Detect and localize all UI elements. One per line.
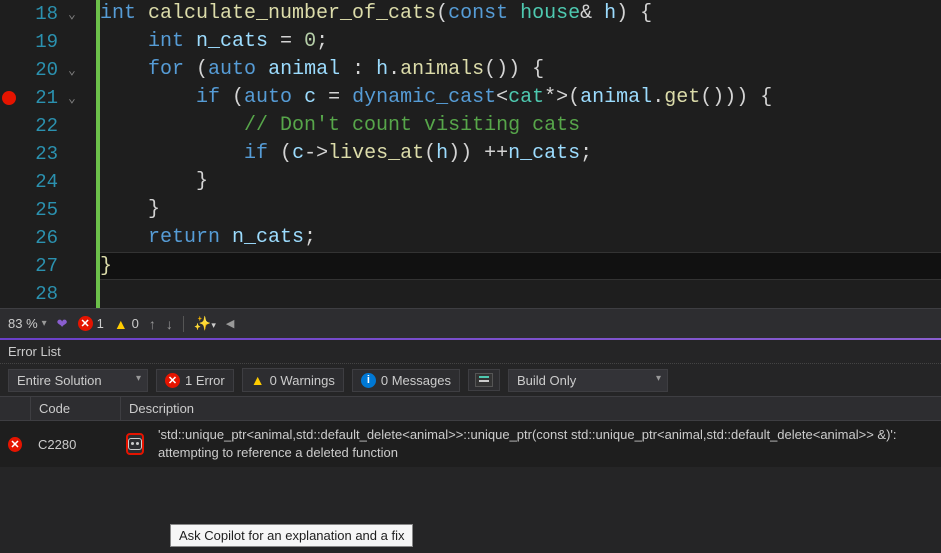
code-line[interactable]: } bbox=[100, 196, 941, 224]
code-line[interactable] bbox=[100, 280, 941, 308]
info-icon: i bbox=[361, 373, 376, 388]
code-editor[interactable]: 1819202122232425262728 ⌄⌄⌄ int calculate… bbox=[0, 0, 941, 308]
chevron-down-icon: ▾ bbox=[42, 318, 47, 329]
fold-spacer bbox=[68, 224, 96, 252]
fold-column: ⌄⌄⌄ bbox=[68, 0, 96, 308]
error-icon: ✕ bbox=[165, 373, 180, 388]
error-icon: ✕ bbox=[8, 437, 22, 452]
line-number: 25 bbox=[18, 196, 58, 224]
error-table-header: Code Description bbox=[0, 397, 941, 421]
error-list-panel: Error List Entire Solution ✕ 1 Error ▲ 0… bbox=[0, 340, 941, 553]
line-number-gutter: 1819202122232425262728 bbox=[18, 0, 68, 308]
breakpoint-icon[interactable] bbox=[2, 91, 16, 105]
code-line[interactable]: return n_cats; bbox=[100, 224, 941, 252]
line-number: 24 bbox=[18, 168, 58, 196]
line-number: 28 bbox=[18, 280, 58, 308]
zoom-level[interactable]: 83 % ▾ bbox=[8, 316, 47, 331]
line-number: 21 bbox=[18, 84, 58, 112]
code-line[interactable]: for (auto animal : h.animals()) { bbox=[100, 56, 941, 84]
code-line[interactable]: if (c->lives_at(h)) ++n_cats; bbox=[100, 140, 941, 168]
fold-spacer bbox=[68, 112, 96, 140]
options-button[interactable] bbox=[468, 369, 500, 391]
nav-left-icon[interactable]: ◀ bbox=[226, 317, 234, 330]
col-code[interactable]: Code bbox=[30, 397, 120, 420]
code-line[interactable]: if (auto c = dynamic_cast<cat*>(animal.g… bbox=[100, 84, 941, 112]
ask-copilot-button[interactable] bbox=[126, 433, 144, 455]
messages-filter-button[interactable]: i 0 Messages bbox=[352, 369, 460, 392]
editor-statusbar: 83 % ▾ ❤ ✕ 1 ▲ 0 ↑ ↓ ✨▾ ◀ bbox=[0, 308, 941, 338]
fold-spacer bbox=[68, 168, 96, 196]
fold-spacer bbox=[68, 280, 96, 308]
line-number: 23 bbox=[18, 140, 58, 168]
line-number: 18 bbox=[18, 0, 58, 28]
warnings-filter-button[interactable]: ▲ 0 Warnings bbox=[242, 368, 344, 392]
error-code: C2280 bbox=[30, 433, 120, 456]
fold-spacer bbox=[68, 196, 96, 224]
warning-count[interactable]: ▲ 0 bbox=[114, 316, 139, 332]
error-icon: ✕ bbox=[78, 316, 93, 331]
error-description: 'std::unique_ptr<animal,std::default_del… bbox=[150, 422, 941, 466]
fold-toggle-icon[interactable]: ⌄ bbox=[68, 0, 96, 28]
copilot-icon bbox=[128, 438, 142, 450]
fold-spacer bbox=[68, 140, 96, 168]
line-number: 20 bbox=[18, 56, 58, 84]
copilot-tooltip: Ask Copilot for an explanation and a fix bbox=[170, 524, 413, 547]
code-line[interactable]: int calculate_number_of_cats(const house… bbox=[100, 0, 941, 28]
line-number: 27 bbox=[18, 252, 58, 280]
fold-spacer bbox=[68, 252, 96, 280]
nav-up-icon[interactable]: ↑ bbox=[149, 316, 156, 332]
errors-filter-button[interactable]: ✕ 1 Error bbox=[156, 369, 234, 392]
nav-down-icon[interactable]: ↓ bbox=[166, 316, 173, 332]
options-icon bbox=[475, 373, 493, 387]
panel-title: Error List bbox=[0, 340, 941, 364]
fold-toggle-icon[interactable]: ⌄ bbox=[68, 56, 96, 84]
warning-icon: ▲ bbox=[114, 316, 128, 332]
warning-icon: ▲ bbox=[251, 372, 265, 388]
code-line[interactable]: // Don't count visiting cats bbox=[100, 112, 941, 140]
line-number: 26 bbox=[18, 224, 58, 252]
error-list-toolbar: Entire Solution ✕ 1 Error ▲ 0 Warnings i… bbox=[0, 364, 941, 397]
code-line[interactable]: int n_cats = 0; bbox=[100, 28, 941, 56]
separator bbox=[183, 316, 184, 332]
error-row[interactable]: ✕ C2280 'std::unique_ptr<animal,std::def… bbox=[0, 421, 941, 467]
health-icon[interactable]: ❤ bbox=[57, 316, 68, 332]
fold-toggle-icon[interactable]: ⌄ bbox=[68, 84, 96, 112]
line-number: 19 bbox=[18, 28, 58, 56]
col-description[interactable]: Description bbox=[120, 397, 941, 420]
code-line[interactable]: } bbox=[100, 252, 941, 280]
wand-icon[interactable]: ✨▾ bbox=[194, 315, 216, 332]
code-line[interactable]: } bbox=[100, 168, 941, 196]
error-count[interactable]: ✕ 1 bbox=[78, 316, 104, 331]
line-number: 22 bbox=[18, 112, 58, 140]
build-filter-dropdown[interactable]: Build Only bbox=[508, 369, 668, 392]
zoom-value: 83 % bbox=[8, 316, 38, 331]
code-area[interactable]: int calculate_number_of_cats(const house… bbox=[100, 0, 941, 308]
fold-spacer bbox=[68, 28, 96, 56]
col-icon[interactable] bbox=[0, 397, 30, 420]
scope-dropdown[interactable]: Entire Solution bbox=[8, 369, 148, 392]
